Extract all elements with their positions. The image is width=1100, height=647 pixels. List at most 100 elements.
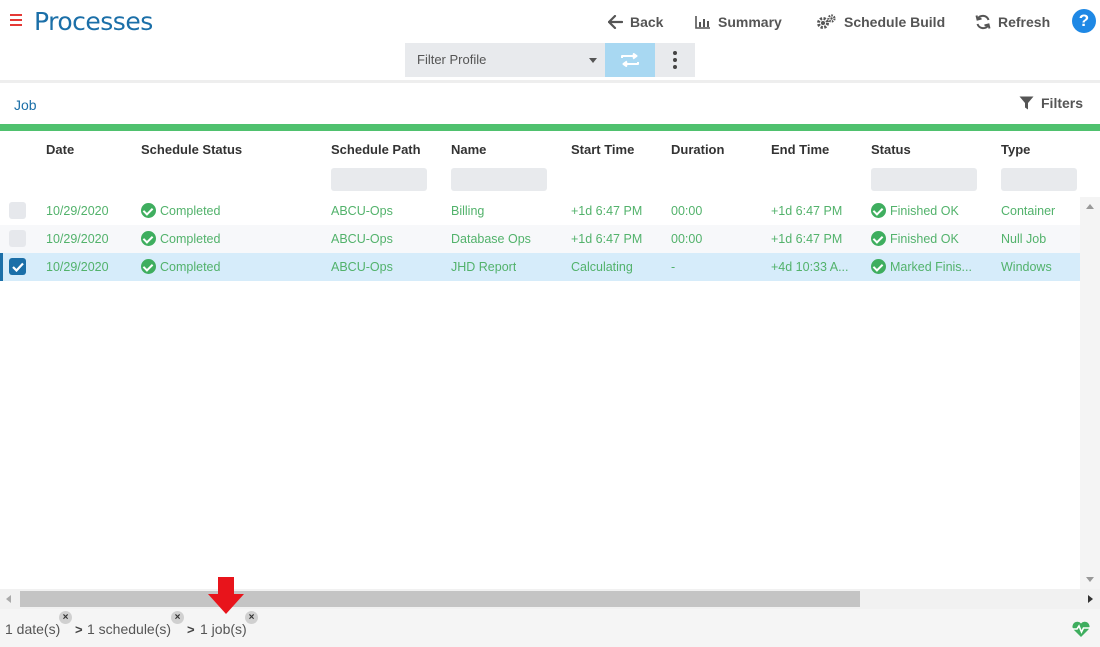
name-filter-input[interactable] bbox=[451, 168, 547, 191]
scroll-up-icon[interactable] bbox=[1086, 204, 1094, 209]
cell-schedule-path[interactable]: ABCU-Ops bbox=[331, 232, 393, 246]
check-circle-icon bbox=[141, 231, 156, 246]
cell-duration: 00:00 bbox=[671, 232, 703, 246]
cell-date: 10/29/2020 bbox=[46, 232, 109, 246]
cell-name[interactable]: Database Ops bbox=[451, 232, 531, 246]
column-header-date[interactable]: Date bbox=[46, 142, 74, 157]
vertical-dots-icon[interactable] bbox=[655, 43, 695, 77]
check-circle-icon bbox=[141, 259, 156, 274]
column-header-status[interactable]: Status bbox=[871, 142, 911, 157]
cell-type: Container bbox=[1001, 204, 1056, 218]
filter-profile-label: Filter Profile bbox=[417, 52, 487, 67]
status-bar bbox=[0, 124, 1100, 131]
processes-app: Processes Back Summary Schedule Build Re… bbox=[0, 0, 1100, 647]
table-row[interactable]: 10/29/2020 Completed ABCU-Ops Billing +1… bbox=[0, 197, 1080, 225]
status-filter-input[interactable] bbox=[871, 168, 977, 191]
close-icon[interactable]: × bbox=[245, 611, 258, 624]
page-title: Processes bbox=[34, 7, 153, 36]
cell-date: 10/29/2020 bbox=[46, 204, 109, 218]
bar-chart-icon bbox=[695, 16, 710, 29]
cell-schedule-path[interactable]: ABCU-Ops bbox=[331, 260, 393, 274]
close-icon[interactable]: × bbox=[59, 611, 72, 624]
cell-status: Finished OK bbox=[871, 231, 959, 249]
crumb-jobs[interactable]: 1 job(s) bbox=[200, 621, 247, 637]
cell-start-time: +1d 6:47 PM bbox=[571, 232, 643, 246]
cell-schedule-status: Completed bbox=[141, 203, 220, 221]
check-circle-icon bbox=[871, 231, 886, 246]
check-circle-icon bbox=[141, 203, 156, 218]
crumb-separator: > bbox=[187, 622, 195, 637]
cell-schedule-path[interactable]: ABCU-Ops bbox=[331, 204, 393, 218]
scroll-down-icon[interactable] bbox=[1086, 577, 1094, 582]
chevron-down-icon bbox=[589, 58, 597, 63]
refresh-icon bbox=[975, 14, 991, 30]
schedule-status-text: Completed bbox=[160, 259, 221, 274]
scroll-right-icon[interactable] bbox=[1088, 595, 1093, 603]
crumb-schedules[interactable]: 1 schedule(s) bbox=[87, 621, 171, 637]
cell-duration: - bbox=[671, 260, 676, 274]
swap-icon bbox=[621, 53, 639, 67]
filter-profile-select[interactable]: Filter Profile bbox=[405, 43, 605, 77]
column-header-end-time[interactable]: End Time bbox=[771, 142, 829, 157]
crumb-dates[interactable]: 1 date(s) bbox=[5, 621, 60, 637]
summary-label: Summary bbox=[718, 14, 782, 30]
status-text: Finished OK bbox=[890, 203, 959, 218]
row-checkbox-checked[interactable] bbox=[9, 258, 26, 275]
schedule-build-button[interactable]: Schedule Build bbox=[816, 11, 945, 33]
selection-indicator bbox=[0, 253, 3, 281]
schedule-build-label: Schedule Build bbox=[844, 14, 946, 30]
red-down-arrow-icon bbox=[208, 577, 244, 614]
cell-start-time: Calculating bbox=[571, 260, 633, 274]
section-title: Job bbox=[14, 97, 37, 113]
status-text: Marked Finis... bbox=[890, 259, 972, 274]
question-circle-icon[interactable]: ? bbox=[1072, 9, 1096, 33]
cell-name[interactable]: JHD Report bbox=[451, 260, 516, 274]
filters-button[interactable]: Filters bbox=[1019, 95, 1083, 111]
status-text: Finished OK bbox=[890, 231, 959, 246]
cell-schedule-status: Completed bbox=[141, 259, 220, 277]
cell-status: Marked Finis... bbox=[871, 259, 991, 277]
horizontal-scroll-thumb[interactable] bbox=[20, 591, 860, 607]
cell-type: Windows bbox=[1001, 260, 1052, 274]
cell-name[interactable]: Billing bbox=[451, 204, 484, 218]
horizontal-scrollbar[interactable] bbox=[0, 589, 1100, 609]
column-header-start-time[interactable]: Start Time bbox=[571, 142, 634, 157]
column-header-type[interactable]: Type bbox=[1001, 142, 1030, 157]
schedule-status-text: Completed bbox=[160, 231, 221, 246]
summary-button[interactable]: Summary bbox=[695, 11, 782, 33]
heartbeat-icon[interactable] bbox=[1071, 620, 1091, 638]
row-checkbox[interactable] bbox=[9, 202, 26, 219]
cell-start-time: +1d 6:47 PM bbox=[571, 204, 643, 218]
column-header-schedule-path[interactable]: Schedule Path bbox=[331, 142, 421, 157]
back-label: Back bbox=[630, 14, 664, 30]
crumb-separator: > bbox=[75, 622, 83, 637]
refresh-label: Refresh bbox=[998, 14, 1051, 30]
refresh-button[interactable]: Refresh bbox=[975, 11, 1050, 33]
hamburger-icon[interactable] bbox=[10, 14, 22, 26]
breadcrumb: 1 date(s) × > 1 schedule(s) × > 1 job(s)… bbox=[0, 609, 1100, 647]
check-circle-icon bbox=[871, 259, 886, 274]
sync-profile-button[interactable] bbox=[605, 43, 655, 77]
column-header-schedule-status[interactable]: Schedule Status bbox=[141, 142, 242, 157]
funnel-icon bbox=[1019, 96, 1034, 110]
gears-icon bbox=[817, 14, 836, 29]
close-icon[interactable]: × bbox=[171, 611, 184, 624]
cell-end-time: +1d 6:47 PM bbox=[771, 204, 843, 218]
column-header-duration[interactable]: Duration bbox=[671, 142, 724, 157]
cell-duration: 00:00 bbox=[671, 204, 703, 218]
divider bbox=[0, 80, 1100, 83]
cell-status: Finished OK bbox=[871, 203, 959, 221]
table-row-selected[interactable]: 10/29/2020 Completed ABCU-Ops JHD Report… bbox=[0, 253, 1080, 281]
table-row[interactable]: 10/29/2020 Completed ABCU-Ops Database O… bbox=[0, 225, 1080, 253]
column-header-name[interactable]: Name bbox=[451, 142, 486, 157]
cell-end-time: +4d 10:33 A... bbox=[771, 260, 849, 274]
filters-label: Filters bbox=[1041, 95, 1084, 111]
cell-date: 10/29/2020 bbox=[46, 260, 109, 274]
type-filter-input[interactable] bbox=[1001, 168, 1077, 191]
back-button[interactable]: Back bbox=[608, 11, 663, 33]
scroll-left-icon[interactable] bbox=[6, 595, 11, 603]
schedule-path-filter-input[interactable] bbox=[331, 168, 427, 191]
checkmark-icon bbox=[11, 262, 24, 272]
vertical-scrollbar[interactable] bbox=[1080, 197, 1100, 589]
row-checkbox[interactable] bbox=[9, 230, 26, 247]
